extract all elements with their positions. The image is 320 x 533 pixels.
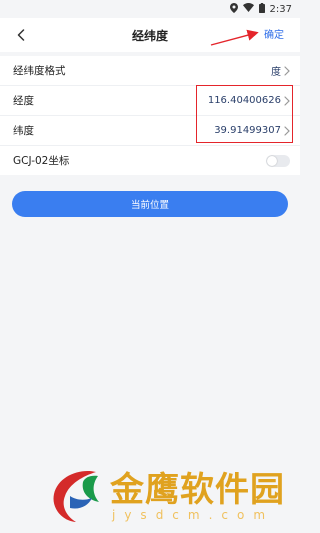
eagle-logo-icon xyxy=(53,470,99,522)
watermark: 金鹰软件园 jysdcm.com xyxy=(48,462,298,532)
latitude-row[interactable]: 纬度 39.91499307 xyxy=(0,116,300,146)
chevron-right-icon xyxy=(284,95,290,106)
battery-icon xyxy=(258,2,265,16)
status-bar: 2:37 xyxy=(0,0,300,18)
row-value: 度 xyxy=(271,67,281,78)
wifi-icon xyxy=(242,3,254,15)
settings-list: 经纬度格式 度 经度 116.40400626 纬度 39.91499307 G… xyxy=(0,56,300,175)
back-button[interactable] xyxy=(12,26,30,44)
gcj02-toggle[interactable] xyxy=(266,154,290,167)
watermark-url: jysdcm.com xyxy=(112,508,275,522)
row-label: 经度 xyxy=(13,95,34,107)
row-label: 经纬度格式 xyxy=(13,65,66,77)
watermark-title: 金鹰软件园 xyxy=(110,470,285,510)
latitude-value: 39.91499307 xyxy=(214,125,281,136)
location-pin-icon xyxy=(229,2,238,16)
longitude-value: 116.40400626 xyxy=(207,95,281,106)
toggle-knob xyxy=(267,155,277,166)
chevron-right-icon xyxy=(284,65,290,76)
gcj02-row: GCJ-02坐标 xyxy=(0,146,300,175)
back-icon xyxy=(17,26,25,45)
longitude-row[interactable]: 经度 116.40400626 xyxy=(0,86,300,116)
status-time: 2:37 xyxy=(269,3,292,15)
coord-format-row[interactable]: 经纬度格式 度 xyxy=(0,56,300,86)
current-location-button[interactable]: 当前位置 xyxy=(12,191,288,217)
page-title: 经纬度 xyxy=(131,28,168,43)
row-label: 纬度 xyxy=(13,125,34,137)
confirm-button[interactable]: 确定 xyxy=(264,26,284,41)
nav-bar: 经纬度 确定 xyxy=(0,18,300,52)
row-label: GCJ-02坐标 xyxy=(13,155,70,167)
chevron-right-icon xyxy=(284,125,290,136)
